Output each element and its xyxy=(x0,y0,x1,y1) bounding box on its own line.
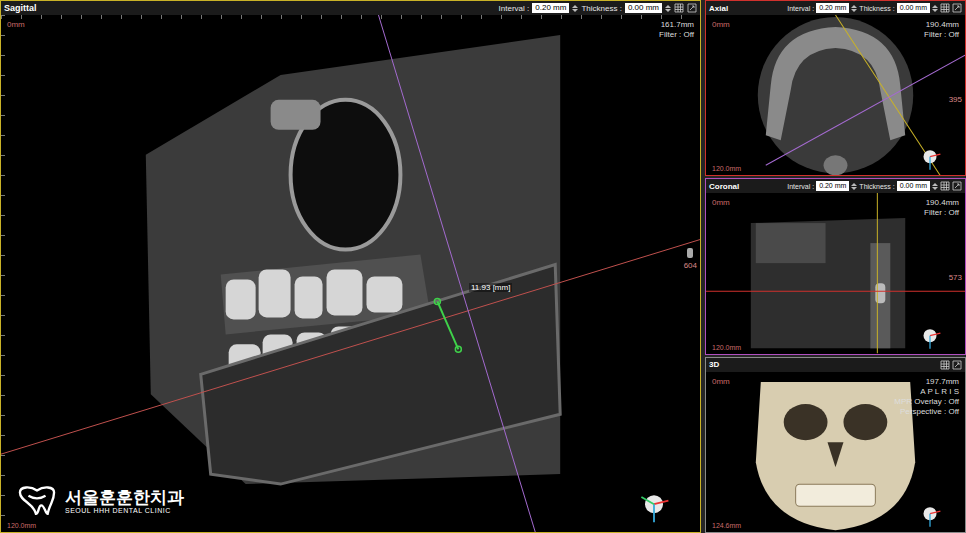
info-label: A P L R I S xyxy=(920,387,959,397)
info-label: Filter : Off xyxy=(924,208,959,218)
grid-icon[interactable] xyxy=(940,181,950,191)
origin-label: 0mm xyxy=(712,198,730,207)
slice-number: 604 xyxy=(684,261,697,270)
side-views: AxialInterval :0.20 mmThickness :0.00 mm… xyxy=(705,0,966,533)
axial-panel: Axial Interval :0.20 mm Thickness :0.00 mm… xyxy=(705,0,966,176)
axial-view[interactable]: 0mm 190.4mmFilter : Off 395 120.0mm xyxy=(706,15,965,175)
panel-header: 3D xyxy=(706,358,965,372)
thickness-spin-icon[interactable] xyxy=(932,5,938,12)
expand-icon[interactable] xyxy=(952,3,962,13)
panel-header: Sagittal Interval :0.20 mm Thickness : 0.00… xyxy=(1,1,700,15)
panel-title: Axial xyxy=(709,4,728,13)
thickness-spin-icon[interactable] xyxy=(932,183,938,190)
tooth-logo-icon xyxy=(15,484,59,516)
depth-label: 120.0mm xyxy=(712,344,741,351)
thickness-field[interactable]: 0.00 mm xyxy=(625,3,662,13)
interval-label: Interval : xyxy=(787,183,814,190)
sagittal-view[interactable]: 0mm 161.7mmFilter : Off 604 11.93 [mm] 서울훈훈한… xyxy=(1,15,700,532)
cbct-viewer: SagittalInterval :0.20 mmThickness :0.00… xyxy=(0,0,966,533)
clinic-subtitle: SEOUL HHH DENTAL CLINIC xyxy=(65,507,184,514)
info-label: Filter : Off xyxy=(659,30,694,40)
interval-spin-icon[interactable] xyxy=(572,5,578,12)
thickness-label: Thickness : xyxy=(859,5,894,12)
origin-label: 0mm xyxy=(712,377,730,386)
3d-view[interactable]: 0mm 197.7mmA P L R I SMPR Overlay : OffPe… xyxy=(706,372,965,532)
thickness-label: Thickness : xyxy=(581,4,621,13)
expand-icon[interactable] xyxy=(952,181,962,191)
origin-label: 0mm xyxy=(712,20,730,29)
slice-knob[interactable] xyxy=(687,248,693,258)
axial-scan-image xyxy=(706,15,965,175)
clinic-logo: 서울훈훈한치과SEOUL HHH DENTAL CLINIC xyxy=(15,484,184,516)
sagittal-panel: Sagittal Interval :0.20 mm Thickness : 0.00… xyxy=(0,0,701,533)
interval-spin-icon[interactable] xyxy=(851,5,857,12)
left-ruler xyxy=(1,15,5,532)
interval-field[interactable]: 0.20 mm xyxy=(816,181,849,191)
view-info: 161.7mmFilter : Off xyxy=(659,20,694,40)
top-ruler xyxy=(1,15,700,19)
extent-label: 197.7mm xyxy=(926,377,959,387)
expand-icon[interactable] xyxy=(952,360,962,370)
slice-number: 573 xyxy=(949,273,962,282)
interval-field[interactable]: 0.20 mm xyxy=(816,3,849,13)
sagittal-scan-image xyxy=(1,15,700,532)
interval-label: Interval : xyxy=(787,5,814,12)
thickness-label: Thickness : xyxy=(859,183,894,190)
coronal-panel: Coronal Interval :0.20 mm Thickness :0.00 … xyxy=(705,178,966,354)
3d-panel: 3D 0mm 197.7mmA P L R I SMPR Overlay : Off… xyxy=(705,357,966,533)
orientation-head-icon xyxy=(636,488,672,524)
orientation-head-icon xyxy=(917,145,943,171)
slice-slider[interactable]: 573 xyxy=(949,273,962,282)
panel-title: Sagittal xyxy=(4,3,37,13)
grid-icon[interactable] xyxy=(940,3,950,13)
origin-label: 0mm xyxy=(7,20,25,29)
info-label: Filter : Off xyxy=(924,30,959,40)
slice-number: 395 xyxy=(949,95,962,104)
panel-header: Coronal Interval :0.20 mm Thickness :0.00 … xyxy=(706,179,965,193)
interval-field[interactable]: 0.20 mm xyxy=(532,3,569,13)
extent-label: 161.7mm xyxy=(661,20,694,30)
extent-label: 190.4mm xyxy=(926,20,959,30)
panel-title: 3D xyxy=(709,360,719,369)
orientation-head-icon xyxy=(917,502,943,528)
view-info: 197.7mmA P L R I SMPR Overlay : OffPersp… xyxy=(894,377,959,417)
slice-slider[interactable]: 604 xyxy=(684,248,697,270)
coronal-view[interactable]: 0mm 190.4mmFilter : Off 573 120.0mm xyxy=(706,193,965,353)
grid-icon[interactable] xyxy=(674,3,684,13)
view-info: 190.4mmFilter : Off xyxy=(924,198,959,218)
thickness-field[interactable]: 0.00 mm xyxy=(897,3,930,13)
depth-label: 120.0mm xyxy=(7,522,36,529)
grid-icon[interactable] xyxy=(940,360,950,370)
orientation-head-icon xyxy=(917,324,943,350)
info-label: MPR Overlay : Off xyxy=(894,397,959,407)
extent-label: 190.4mm xyxy=(926,198,959,208)
info-label: Perspective : Off xyxy=(900,407,959,417)
slice-slider[interactable]: 395 xyxy=(949,95,962,104)
thickness-spin-icon[interactable] xyxy=(665,5,671,12)
view-info: 190.4mmFilter : Off xyxy=(924,20,959,40)
interval-label: Interval : xyxy=(499,4,530,13)
interval-spin-icon[interactable] xyxy=(851,183,857,190)
thickness-field[interactable]: 0.00 mm xyxy=(897,181,930,191)
panel-title: Coronal xyxy=(709,182,739,191)
coronal-scan-image xyxy=(706,193,965,353)
depth-label: 124.6mm xyxy=(712,522,741,529)
3d-render-image xyxy=(706,372,965,532)
expand-icon[interactable] xyxy=(687,3,697,13)
panel-header: Axial Interval :0.20 mm Thickness :0.00 mm xyxy=(706,1,965,15)
measurement-label: 11.93 [mm] xyxy=(469,283,512,292)
depth-label: 120.0mm xyxy=(712,165,741,172)
clinic-name: 서울훈훈한치과 xyxy=(65,487,184,507)
